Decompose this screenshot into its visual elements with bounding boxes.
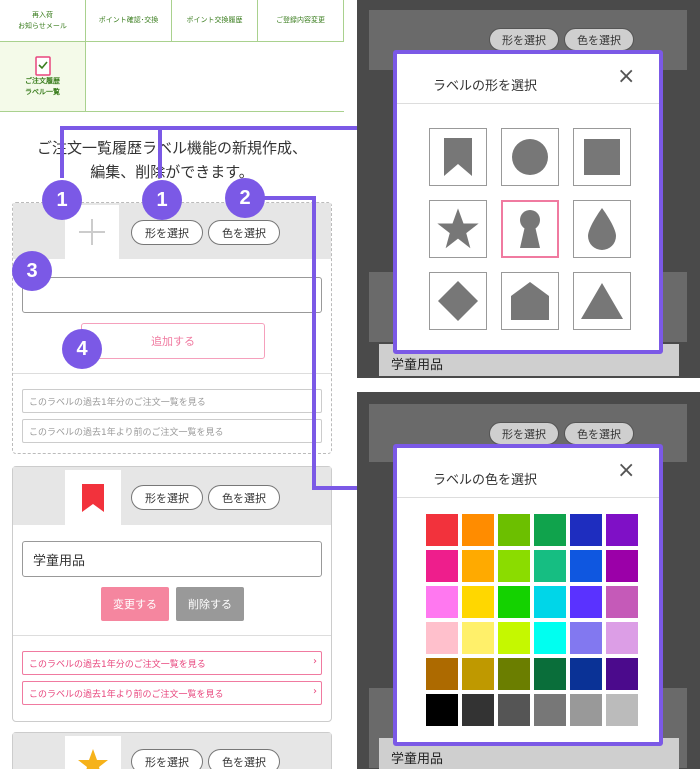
shape-option-square[interactable] xyxy=(573,128,631,186)
color-swatch[interactable] xyxy=(498,586,530,618)
step-badge: 1 xyxy=(142,180,182,220)
star-icon xyxy=(437,208,479,249)
shape-modal-screen: 形を選択 色を選択 学童用品 ラベルの形を選択 × xyxy=(357,0,700,378)
color-swatch[interactable] xyxy=(462,514,494,546)
color-swatch[interactable] xyxy=(498,658,530,690)
color-swatch[interactable] xyxy=(462,586,494,618)
color-swatch[interactable] xyxy=(606,550,638,582)
color-swatch[interactable] xyxy=(426,658,458,690)
color-swatch[interactable] xyxy=(534,694,566,726)
keyhole-icon xyxy=(520,210,540,248)
color-swatch[interactable] xyxy=(426,694,458,726)
bg-shape-button: 形を選択 xyxy=(489,422,559,445)
color-swatch[interactable] xyxy=(462,550,494,582)
color-swatch[interactable] xyxy=(606,514,638,546)
color-swatch[interactable] xyxy=(498,622,530,654)
color-swatch[interactable] xyxy=(462,658,494,690)
color-swatch[interactable] xyxy=(534,550,566,582)
color-swatch[interactable] xyxy=(426,550,458,582)
color-swatch[interactable] xyxy=(606,586,638,618)
shape-option-house[interactable] xyxy=(501,272,559,330)
color-swatch-grid xyxy=(426,514,638,728)
color-swatch[interactable] xyxy=(570,514,602,546)
modal-title: ラベルの色を選択 xyxy=(433,473,538,488)
shape-option-diamond[interactable] xyxy=(429,272,487,330)
drop-icon xyxy=(588,208,616,250)
step-badge: 1 xyxy=(42,180,82,220)
color-swatch[interactable] xyxy=(534,658,566,690)
circle-icon xyxy=(512,139,548,175)
shape-modal: ラベルの形を選択 × xyxy=(393,50,663,354)
shape-option-triangle[interactable] xyxy=(573,272,631,330)
color-swatch[interactable] xyxy=(426,586,458,618)
color-swatch[interactable] xyxy=(426,622,458,654)
color-swatch[interactable] xyxy=(606,622,638,654)
step-badge: 3 xyxy=(12,251,52,291)
bg-shape-button: 形を選択 xyxy=(489,28,559,51)
bg-color-button: 色を選択 xyxy=(564,422,634,445)
color-swatch[interactable] xyxy=(570,550,602,582)
house-icon xyxy=(511,282,549,320)
color-swatch[interactable] xyxy=(570,622,602,654)
color-swatch[interactable] xyxy=(498,514,530,546)
color-swatch[interactable] xyxy=(426,514,458,546)
step-badge: 4 xyxy=(62,329,102,369)
color-swatch[interactable] xyxy=(462,694,494,726)
color-swatch[interactable] xyxy=(498,550,530,582)
shape-option-bookmark[interactable] xyxy=(429,128,487,186)
color-swatch[interactable] xyxy=(570,586,602,618)
color-swatch[interactable] xyxy=(570,658,602,690)
diamond-icon xyxy=(438,281,478,321)
modal-title: ラベルの形を選択 xyxy=(433,79,538,94)
color-swatch[interactable] xyxy=(534,622,566,654)
color-swatch[interactable] xyxy=(498,694,530,726)
close-icon[interactable]: × xyxy=(617,66,635,88)
color-swatch[interactable] xyxy=(570,694,602,726)
color-modal: ラベルの色を選択 × xyxy=(393,444,663,746)
color-swatch[interactable] xyxy=(606,658,638,690)
color-modal-screen: 形を選択 色を選択 学童用品 ラベルの色を選択 × xyxy=(357,392,700,769)
shape-option-drop[interactable] xyxy=(573,200,631,258)
close-icon[interactable]: × xyxy=(617,460,635,482)
bg-color-button: 色を選択 xyxy=(564,28,634,51)
color-swatch[interactable] xyxy=(534,514,566,546)
square-icon xyxy=(584,139,620,175)
color-swatch[interactable] xyxy=(534,586,566,618)
shape-option-keyhole[interactable] xyxy=(501,200,559,258)
bookmark-icon xyxy=(444,138,472,176)
shape-option-circle[interactable] xyxy=(501,128,559,186)
connector-shape xyxy=(60,126,162,178)
color-swatch[interactable] xyxy=(606,694,638,726)
color-swatch[interactable] xyxy=(462,622,494,654)
shape-option-star[interactable] xyxy=(429,200,487,258)
step-badge: 2 xyxy=(225,178,265,218)
triangle-icon xyxy=(581,283,623,319)
